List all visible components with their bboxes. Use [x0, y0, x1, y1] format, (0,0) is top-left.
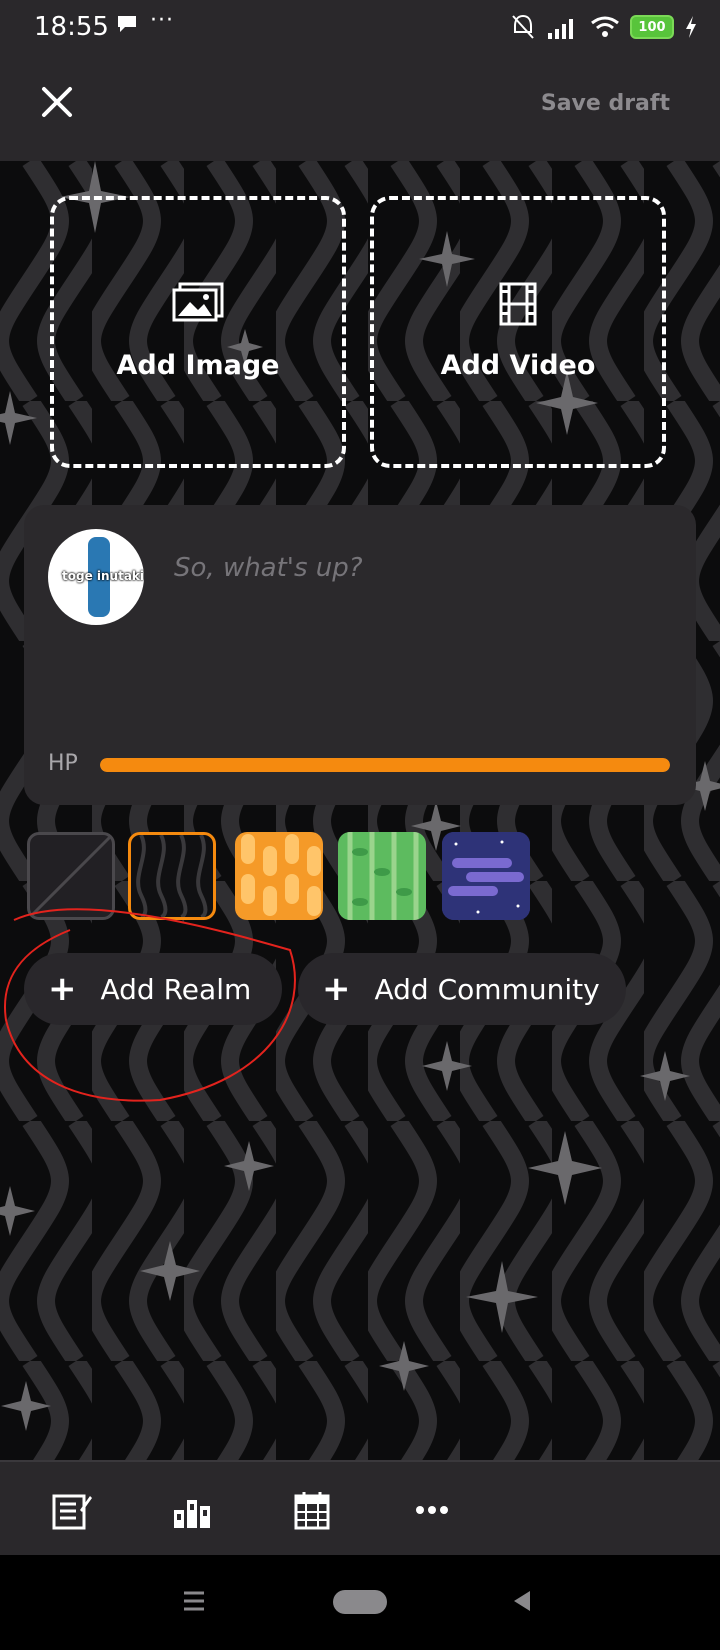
add-image-button[interactable]: Add Image	[50, 196, 346, 468]
plus-icon: +	[322, 969, 351, 1009]
theme-swatch-purple-space[interactable]	[442, 832, 530, 920]
home-button[interactable]	[333, 1590, 387, 1614]
notes-icon[interactable]	[52, 1490, 92, 1530]
signal-icon	[548, 19, 573, 39]
status-bar: 18:55 ··· 100	[0, 0, 720, 55]
top-app-bar: Save draft	[0, 55, 720, 161]
wifi-icon	[591, 16, 619, 37]
avatar-caption: toge inutaki	[62, 569, 144, 583]
green-vines-thumbnail	[347, 832, 419, 920]
add-community-button[interactable]: + Add Community	[298, 953, 626, 1025]
film-icon	[499, 282, 537, 326]
status-icons: 100	[510, 12, 698, 42]
add-community-label: Add Community	[374, 972, 600, 1006]
add-video-button[interactable]: Add Video	[370, 196, 666, 468]
calendar-icon[interactable]	[292, 1490, 332, 1530]
post-text-input[interactable]: So, what's up?	[174, 553, 363, 583]
hp-label: HP	[48, 751, 78, 776]
charging-icon	[686, 16, 696, 38]
battery-icon: 100	[630, 15, 674, 39]
more-notifications-icon: ···	[150, 8, 174, 33]
hp-bar-fill	[100, 758, 670, 772]
clock: 18:55	[34, 12, 109, 42]
purple-space-thumbnail	[442, 832, 530, 920]
chat-bubble-icon	[118, 16, 136, 32]
back-icon[interactable]	[510, 1589, 534, 1613]
more-icon[interactable]	[412, 1490, 452, 1530]
close-icon[interactable]	[38, 83, 76, 121]
bottom-toolbar	[0, 1460, 720, 1557]
system-navigation-bar	[0, 1555, 720, 1650]
composer-card: toge inutaki So, what's up? HP	[24, 505, 696, 805]
bell-muted-icon	[512, 14, 534, 39]
image-icon	[172, 282, 224, 322]
theme-swatch-green-vines[interactable]	[338, 832, 426, 920]
menu-icon[interactable]	[182, 1589, 206, 1613]
red-circle-annotation	[4, 908, 296, 1102]
add-image-label: Add Image	[116, 350, 280, 381]
hp-bar	[100, 758, 670, 772]
save-draft-button[interactable]: Save draft	[541, 91, 670, 116]
add-video-label: Add Video	[440, 350, 596, 381]
avatar[interactable]: toge inutaki	[48, 529, 144, 625]
ranking-icon[interactable]	[172, 1490, 212, 1530]
